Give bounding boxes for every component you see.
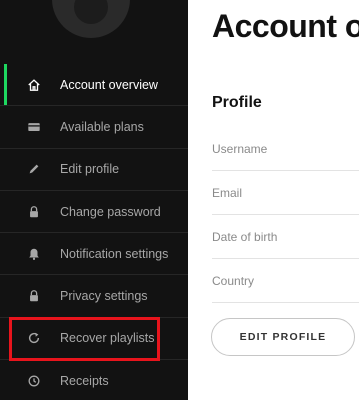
sidebar-item-edit-profile[interactable]: Edit profile	[0, 149, 188, 191]
sidebar-item-label: Available plans	[60, 119, 144, 134]
avatar-silhouette	[74, 0, 108, 24]
field-label: Country	[212, 273, 255, 288]
sidebar-item-privacy-settings[interactable]: Privacy settings	[0, 275, 188, 318]
country-field: Country	[212, 259, 359, 303]
sidebar-item-notification-settings[interactable]: Notification settings	[0, 233, 188, 276]
sidebar-item-label: Notification settings	[60, 246, 169, 261]
highlight-box	[9, 317, 160, 361]
sidebar-item-label: Edit profile	[60, 162, 120, 177]
edit-profile-button[interactable]: EDIT PROFILE	[211, 318, 355, 356]
lock-icon	[26, 204, 42, 220]
section-title: Profile	[212, 94, 262, 111]
home-icon	[26, 77, 42, 93]
email-field: Email	[212, 171, 359, 215]
sidebar-item-label: Account overview	[60, 77, 158, 92]
field-label: Date of birth	[212, 229, 278, 244]
main-content: Account o Profile Username Email Date of…	[188, 0, 359, 400]
date-of-birth-field: Date of birth	[212, 215, 359, 259]
sidebar-item-change-password[interactable]: Change password	[0, 191, 188, 234]
field-label: Username	[212, 141, 268, 156]
clock-icon	[26, 373, 42, 389]
sidebar-item-receipts[interactable]: Receipts	[0, 360, 188, 400]
avatar[interactable]	[52, 0, 130, 38]
bell-icon	[26, 246, 42, 262]
credit-card-icon	[26, 119, 42, 135]
pencil-icon	[26, 161, 42, 177]
sidebar-item-label: Change password	[60, 204, 161, 219]
username-field: Username	[212, 127, 359, 171]
lock-icon	[26, 288, 42, 304]
sidebar-item-account-overview[interactable]: Account overview	[0, 64, 188, 107]
page-title: Account o	[212, 8, 359, 44]
sidebar-item-label: Privacy settings	[60, 289, 148, 304]
sidebar-item-available-plans[interactable]: Available plans	[0, 106, 188, 149]
sidebar-item-label: Receipts	[60, 373, 109, 388]
field-label: Email	[212, 185, 243, 200]
